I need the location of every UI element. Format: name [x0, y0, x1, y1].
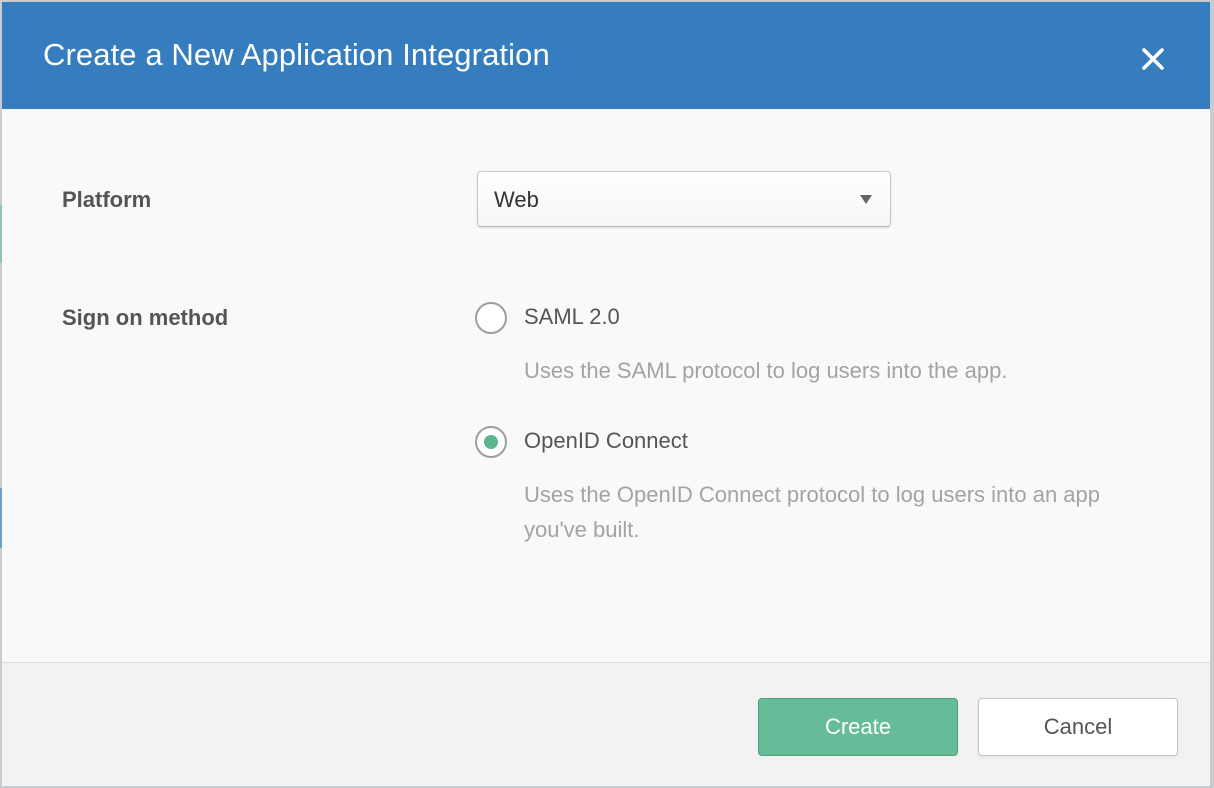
saml-radio-label: SAML 2.0: [524, 304, 620, 329]
create-button[interactable]: Create: [758, 698, 958, 756]
create-app-integration-dialog: Create a New Application Integration Pla…: [2, 2, 1210, 786]
radio-selected-dot: [484, 435, 498, 449]
saml-description: Uses the SAML protocol to log users into…: [524, 358, 1008, 383]
close-icon: [1142, 48, 1164, 70]
close-button[interactable]: [1136, 42, 1170, 76]
radio-option-saml[interactable]: SAML 2.0 Uses the SAML protocol to log u…: [475, 302, 1115, 392]
dialog-header: Create a New Application Integration: [2, 2, 1210, 109]
dialog-footer: Create Cancel: [2, 662, 1210, 786]
sign-on-method-label: Sign on method: [62, 305, 229, 330]
platform-select[interactable]: Web: [477, 171, 891, 227]
dialog-title: Create a New Application Integration: [43, 37, 550, 72]
cancel-button[interactable]: Cancel: [978, 698, 1178, 756]
openid-connect-radio-button[interactable]: [475, 426, 507, 458]
openid-connect-description: Uses the OpenID Connect protocol to log …: [524, 482, 1101, 542]
radio-option-openid-connect[interactable]: OpenID Connect Uses the OpenID Connect p…: [475, 426, 1115, 546]
openid-connect-radio-label: OpenID Connect: [524, 428, 688, 453]
caret-down-icon: [860, 195, 872, 204]
saml-radio-button[interactable]: [475, 302, 507, 334]
platform-label: Platform: [62, 187, 152, 212]
platform-selected-value: Web: [494, 187, 539, 212]
